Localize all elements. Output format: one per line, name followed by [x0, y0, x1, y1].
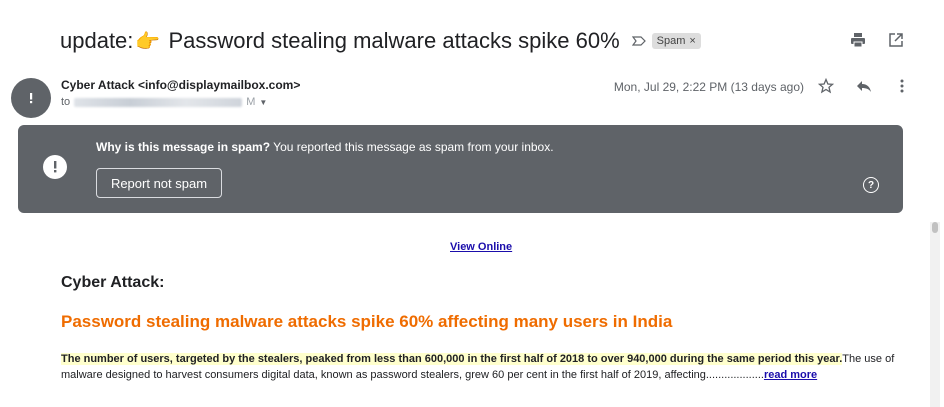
spam-reason-detail: You reported this message as spam from y… — [270, 140, 554, 154]
spam-warning-banner: Why is this message in spam? You reporte… — [18, 125, 903, 213]
star-icon[interactable] — [816, 76, 836, 96]
message-date: Mon, Jul 29, 2:22 PM (13 days ago) — [613, 80, 804, 94]
highlighted-sentence: The number of users, targeted by the ste… — [61, 353, 843, 365]
recipient-suffix: M — [246, 96, 256, 108]
email-subject: update: 👉 Password stealing malware attac… — [60, 28, 620, 54]
scrollbar-track[interactable] — [930, 222, 940, 407]
open-in-new-window-icon[interactable] — [886, 30, 906, 50]
help-icon[interactable]: ? — [863, 177, 879, 193]
email-headline: Password stealing malware attacks spike … — [61, 312, 673, 331]
recipient-line: to M ▼ — [61, 96, 267, 108]
sender-line[interactable]: Cyber Attack <info@displaymailbox.com> — [61, 78, 300, 92]
more-options-icon[interactable] — [892, 76, 912, 96]
print-icon[interactable] — [848, 30, 868, 50]
subject-prefix: update: — [60, 28, 134, 53]
importance-marker-icon[interactable] — [631, 34, 646, 48]
spam-label-chip[interactable]: Spam × — [651, 33, 701, 49]
email-paragraph: The number of users, targeted by the ste… — [61, 351, 911, 383]
sender-email: <info@displaymailbox.com> — [137, 78, 301, 92]
message-actions — [816, 76, 912, 96]
sender-avatar[interactable] — [11, 78, 51, 118]
subject-actions — [848, 30, 906, 50]
report-not-spam-button[interactable]: Report not spam — [96, 168, 222, 198]
redacted-recipient — [74, 97, 243, 107]
spam-label-text: Spam — [656, 35, 686, 47]
warning-icon — [43, 155, 67, 179]
sender-name: Cyber Attack — [61, 78, 135, 92]
subject-title: Password stealing malware attacks spike … — [168, 28, 620, 53]
subject-row: update: 👉 Password stealing malware attac… — [60, 26, 914, 56]
to-label: to — [61, 96, 71, 108]
spam-reason-title: Why is this message in spam? — [96, 140, 271, 154]
read-more-link[interactable]: read more — [764, 369, 817, 381]
reply-icon[interactable] — [854, 76, 874, 96]
pointing-hand-icon: 👉 — [135, 31, 161, 53]
spam-reason-text: Why is this message in spam? You reporte… — [96, 140, 554, 154]
email-heading: Cyber Attack: — [61, 274, 165, 291]
scrollbar-thumb[interactable] — [932, 222, 938, 233]
view-online-link[interactable]: View Online — [450, 241, 512, 253]
recipient-details-chevron-icon[interactable]: ▼ — [259, 98, 267, 107]
remove-label-icon[interactable]: × — [689, 35, 695, 47]
